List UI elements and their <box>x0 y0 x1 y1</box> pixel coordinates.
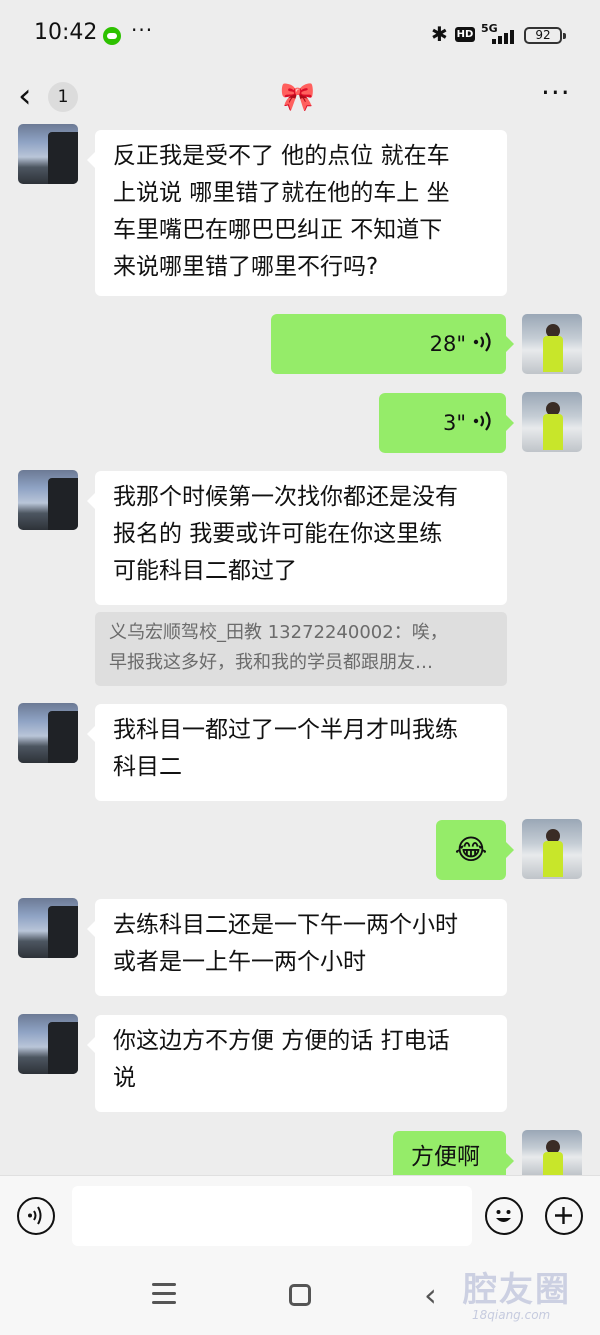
voice-duration: 3" <box>442 411 466 435</box>
recent-apps-icon[interactable] <box>152 1283 176 1305</box>
message-bubble-incoming[interactable]: 我科目一都过了一个半月才叫我练 科目二 <box>87 704 507 801</box>
self-avatar[interactable] <box>522 392 582 452</box>
message-text-input[interactable] <box>72 1186 472 1246</box>
quote-line: 义乌宏顺驾校_田教 13272240002：唉， <box>109 622 448 643</box>
quoted-message[interactable]: 义乌宏顺驾校_田教 13272240002：唉， 早报我这多好，我和我的学员都跟… <box>95 612 507 686</box>
laughing-tears-emoji-icon: 😂 <box>454 833 488 866</box>
emoji-button[interactable] <box>485 1197 523 1235</box>
watermark-url: 18qiang.com <box>472 1308 551 1322</box>
voice-message-bubble[interactable]: 28" <box>271 314 514 374</box>
nav-back-icon[interactable]: ‹ <box>424 1276 437 1314</box>
message-bubble-incoming[interactable]: 去练科目二还是一下午一两个小时 或者是一上午一两个小时 <box>87 899 507 996</box>
contact-avatar[interactable] <box>18 898 78 958</box>
unread-count-badge[interactable]: 1 <box>48 82 78 112</box>
bluetooth-icon: ✱ <box>431 22 448 46</box>
message-line: 我科目一都过了一个半月才叫我练 <box>113 717 458 743</box>
battery-icon: 92 <box>524 27 566 44</box>
message-line: 来说哪里错了哪里不行吗? <box>113 254 379 280</box>
contact-avatar[interactable] <box>18 1014 78 1074</box>
message-line: 或者是一上午一两个小时 <box>113 949 366 975</box>
message-line: 说 <box>113 1065 136 1091</box>
status-bar: 10:42 ··· ✱ HD 5G 92 <box>0 0 600 70</box>
message-bubble-incoming[interactable]: 你这边方不方便 方便的话 打电话 说 <box>87 1015 507 1112</box>
voice-message-bubble[interactable]: 3" <box>379 393 514 453</box>
message-line: 科目二 <box>113 754 182 780</box>
voice-wave-icon <box>473 411 491 431</box>
hd-voice-icon: HD <box>455 27 475 42</box>
quote-line: 早报我这多好，我和我的学员都跟朋友… <box>109 652 433 673</box>
message-line: 你这边方不方便 方便的话 打电话 <box>113 1028 450 1054</box>
message-line: 上说说 哪里错了就在他的车上 坐 <box>113 180 450 206</box>
notification-more-icon: ··· <box>131 18 154 42</box>
message-bubble-incoming[interactable]: 我那个时候第一次找你都还是没有 报名的 我要或许可能在你这里练 可能科目二都过了 <box>87 471 507 605</box>
message-line: 反正我是受不了 他的点位 就在车 <box>113 143 450 169</box>
voice-input-button[interactable] <box>17 1197 55 1235</box>
status-time: 10:42 <box>34 20 98 45</box>
message-bubble-outgoing[interactable]: 方便啊 <box>393 1131 514 1175</box>
message-line: 可能科目二都过了 <box>113 558 297 584</box>
message-line: 方便啊 <box>411 1144 480 1170</box>
message-line: 报名的 我要或许可能在你这里练 <box>113 521 443 547</box>
voice-duration: 28" <box>429 332 466 356</box>
voice-wave-icon <box>473 332 491 352</box>
self-avatar[interactable] <box>522 1130 582 1175</box>
smiley-icon <box>496 1210 511 1222</box>
voice-wave-icon <box>28 1206 42 1225</box>
plus-icon <box>555 1207 572 1224</box>
message-line: 我那个时候第一次找你都还是没有 <box>113 484 458 510</box>
message-bubble-incoming[interactable]: 反正我是受不了 他的点位 就在车 上说说 哪里错了就在他的车上 坐 车里嘴巴在哪… <box>87 130 507 296</box>
back-button[interactable]: ‹ <box>18 76 32 116</box>
contact-avatar[interactable] <box>18 470 78 530</box>
more-options-button[interactable]: ··· <box>541 76 571 109</box>
message-line: 去练科目二还是一下午一两个小时 <box>113 912 458 938</box>
watermark: 腔友圈 <box>463 1270 571 1310</box>
contact-avatar[interactable] <box>18 703 78 763</box>
contact-avatar[interactable] <box>18 124 78 184</box>
emoji-message-bubble[interactable]: 😂 <box>436 820 514 880</box>
chat-title: 🎀 <box>280 80 315 113</box>
self-avatar[interactable] <box>522 819 582 879</box>
self-avatar[interactable] <box>522 314 582 374</box>
message-line: 车里嘴巴在哪巴巴纠正 不知道下 <box>113 217 443 243</box>
signal-icon <box>492 28 520 44</box>
home-icon[interactable] <box>289 1284 311 1306</box>
wechat-notification-icon <box>103 27 121 45</box>
more-functions-button[interactable] <box>545 1197 583 1235</box>
